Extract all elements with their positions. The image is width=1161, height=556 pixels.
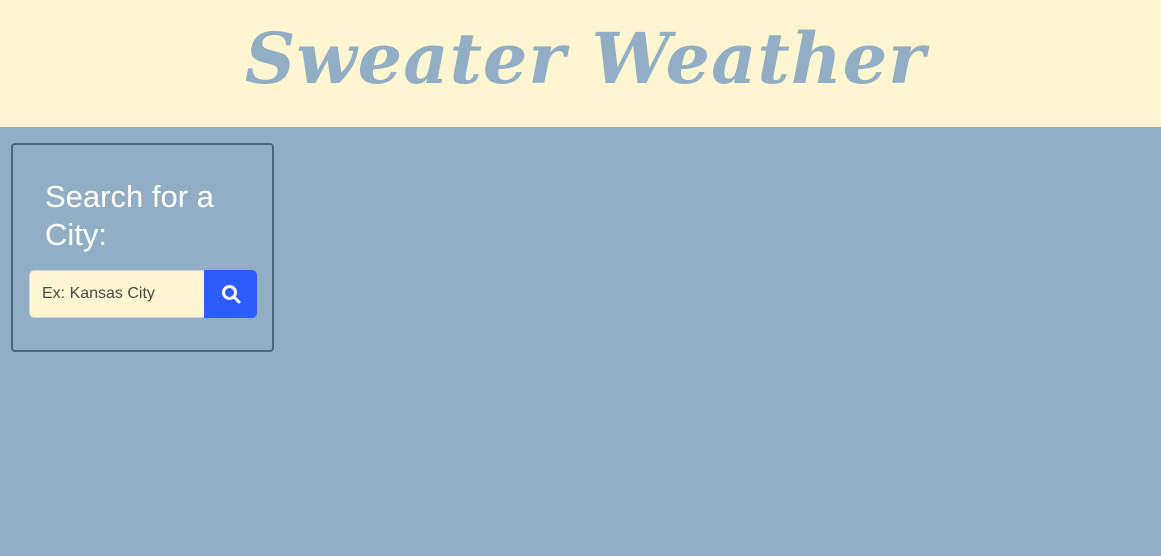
city-search-card: Search for a City: bbox=[11, 143, 274, 352]
city-search-form bbox=[29, 270, 257, 318]
city-search-input[interactable] bbox=[29, 270, 204, 318]
main-content: Search for a City: bbox=[0, 127, 1161, 556]
search-button[interactable] bbox=[204, 270, 257, 318]
app-header: Sweater Weather bbox=[0, 0, 1161, 127]
search-heading: Search for a City: bbox=[45, 179, 214, 252]
search-icon bbox=[221, 284, 241, 304]
app-title: Sweater Weather bbox=[244, 16, 927, 100]
